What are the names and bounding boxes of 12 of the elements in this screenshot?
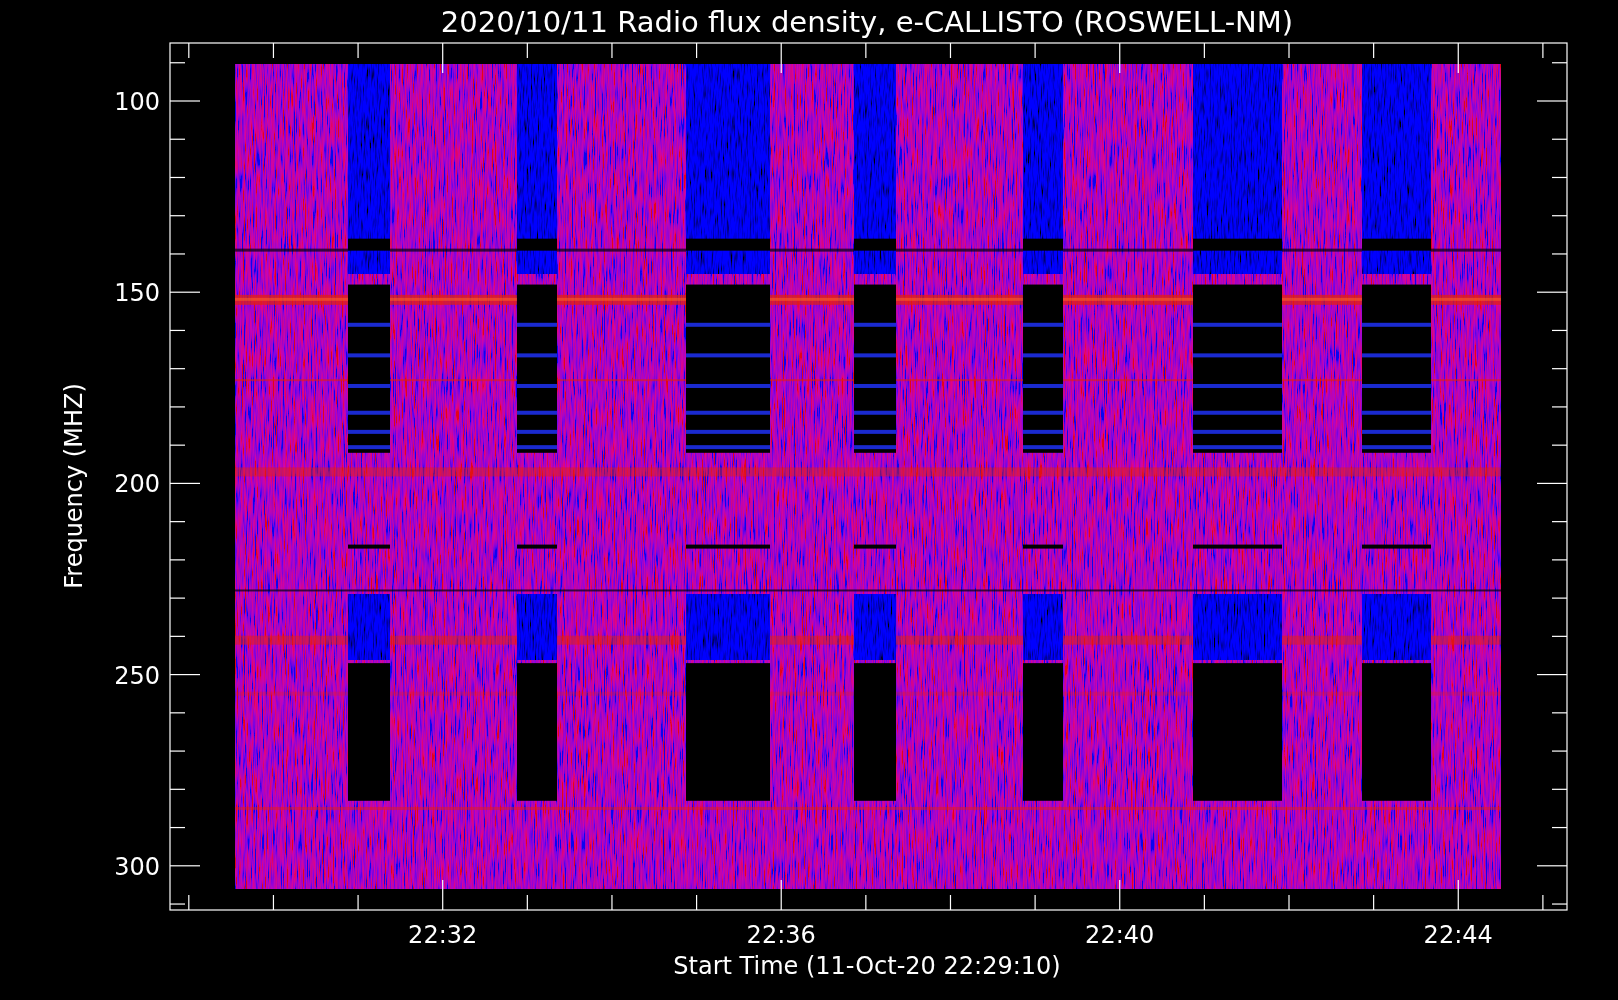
y-tick-label: 100 <box>114 88 160 116</box>
y-tick-label: 200 <box>114 470 160 499</box>
x-tick-label: 22:44 <box>1423 921 1493 949</box>
y-tick-label: 150 <box>114 279 160 308</box>
x-tick-label: 22:40 <box>1085 921 1155 949</box>
x-tick-label: 22:32 <box>408 921 478 949</box>
x-axis-label: Start Time (11-Oct-20 22:29:10) <box>673 952 1061 980</box>
y-tick-label: 250 <box>114 661 160 690</box>
y-axis-label: Frequency (MHZ) <box>60 383 88 589</box>
y-tick-label: 300 <box>114 852 160 881</box>
chart-title: 2020/10/11 Radio flux density, e-CALLISTO (ROSWELL-NM) <box>440 5 1294 39</box>
x-tick-label: 22:36 <box>746 921 816 949</box>
